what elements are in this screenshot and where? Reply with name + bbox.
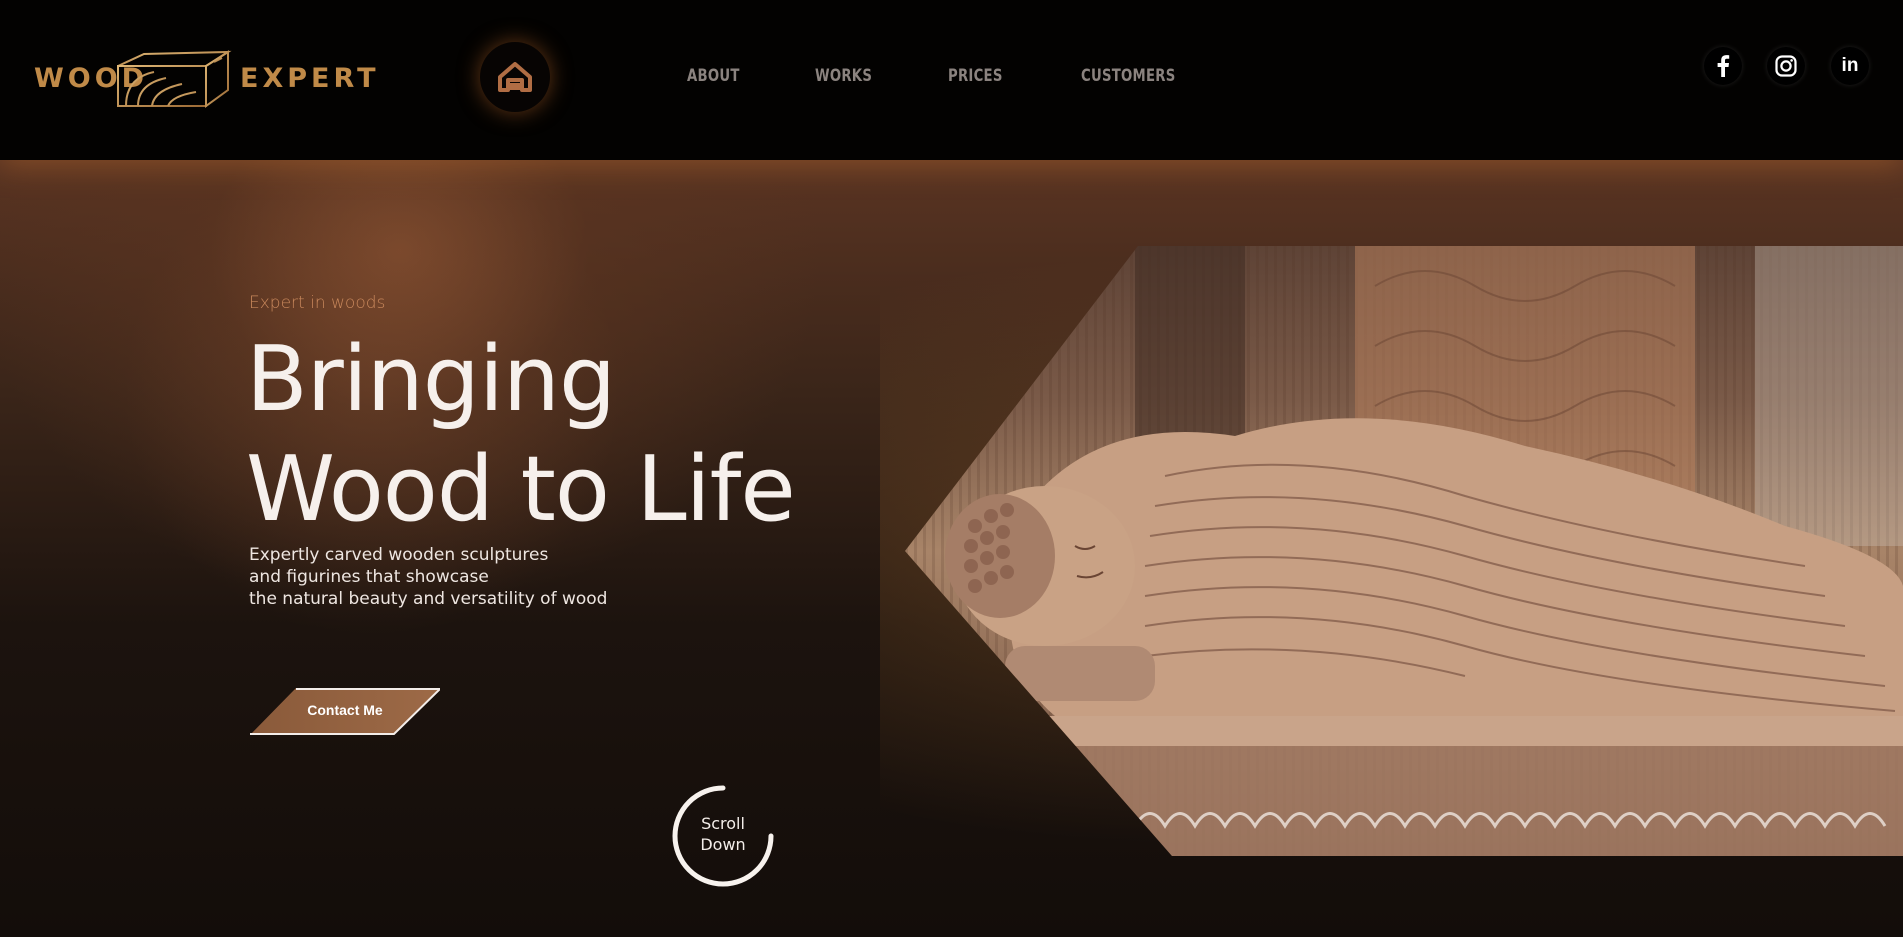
hero-headline: Bringing Wood to Life bbox=[246, 325, 796, 545]
scroll-down-button[interactable]: Scroll Down bbox=[670, 783, 776, 889]
nav-item-prices[interactable]: PRICES bbox=[948, 66, 1003, 86]
hero-tagline: Expert in woods bbox=[249, 293, 386, 313]
scroll-down-label: Scroll Down bbox=[670, 813, 776, 855]
scroll-label-line1: Scroll bbox=[701, 814, 745, 833]
hero-headline-line2: Wood to Life bbox=[246, 437, 796, 542]
home-icon bbox=[498, 62, 532, 92]
wood-plank-icon bbox=[117, 50, 232, 108]
nav-item-works[interactable]: WORKS bbox=[815, 66, 872, 86]
site-header: WOOD EXPERT ABOUT WORKS PRICES CUSTOMERS… bbox=[0, 0, 1903, 160]
hero-description-line: Expertly carved wooden sculptures bbox=[249, 545, 549, 565]
linkedin-link[interactable]: in bbox=[1831, 47, 1869, 85]
hero-description-line: and figurines that showcase bbox=[249, 567, 489, 587]
hero-headline-line1: Bringing bbox=[246, 327, 616, 432]
brand-logo[interactable]: WOOD EXPERT bbox=[34, 46, 376, 112]
contact-me-button[interactable]: Contact Me bbox=[250, 688, 440, 735]
linkedin-icon: in bbox=[1841, 55, 1859, 76]
instagram-icon bbox=[1775, 55, 1797, 77]
facebook-icon bbox=[1717, 55, 1730, 77]
contact-button-label: Contact Me bbox=[307, 702, 383, 718]
nav-item-about[interactable]: ABOUT bbox=[687, 66, 740, 86]
hero-description: Expertly carved wooden sculptures and fi… bbox=[249, 544, 607, 610]
facebook-link[interactable] bbox=[1704, 47, 1742, 85]
scroll-label-line2: Down bbox=[700, 835, 746, 854]
nav-item-customers[interactable]: CUSTOMERS bbox=[1081, 66, 1175, 86]
hero-description-line: the natural beauty and versatility of wo… bbox=[249, 589, 608, 609]
hero-section: Expert in woods Bringing Wood to Life Ex… bbox=[0, 160, 1903, 937]
instagram-link[interactable] bbox=[1767, 47, 1805, 85]
home-button[interactable] bbox=[480, 42, 550, 112]
brand-word-expert: EXPERT bbox=[240, 63, 380, 94]
